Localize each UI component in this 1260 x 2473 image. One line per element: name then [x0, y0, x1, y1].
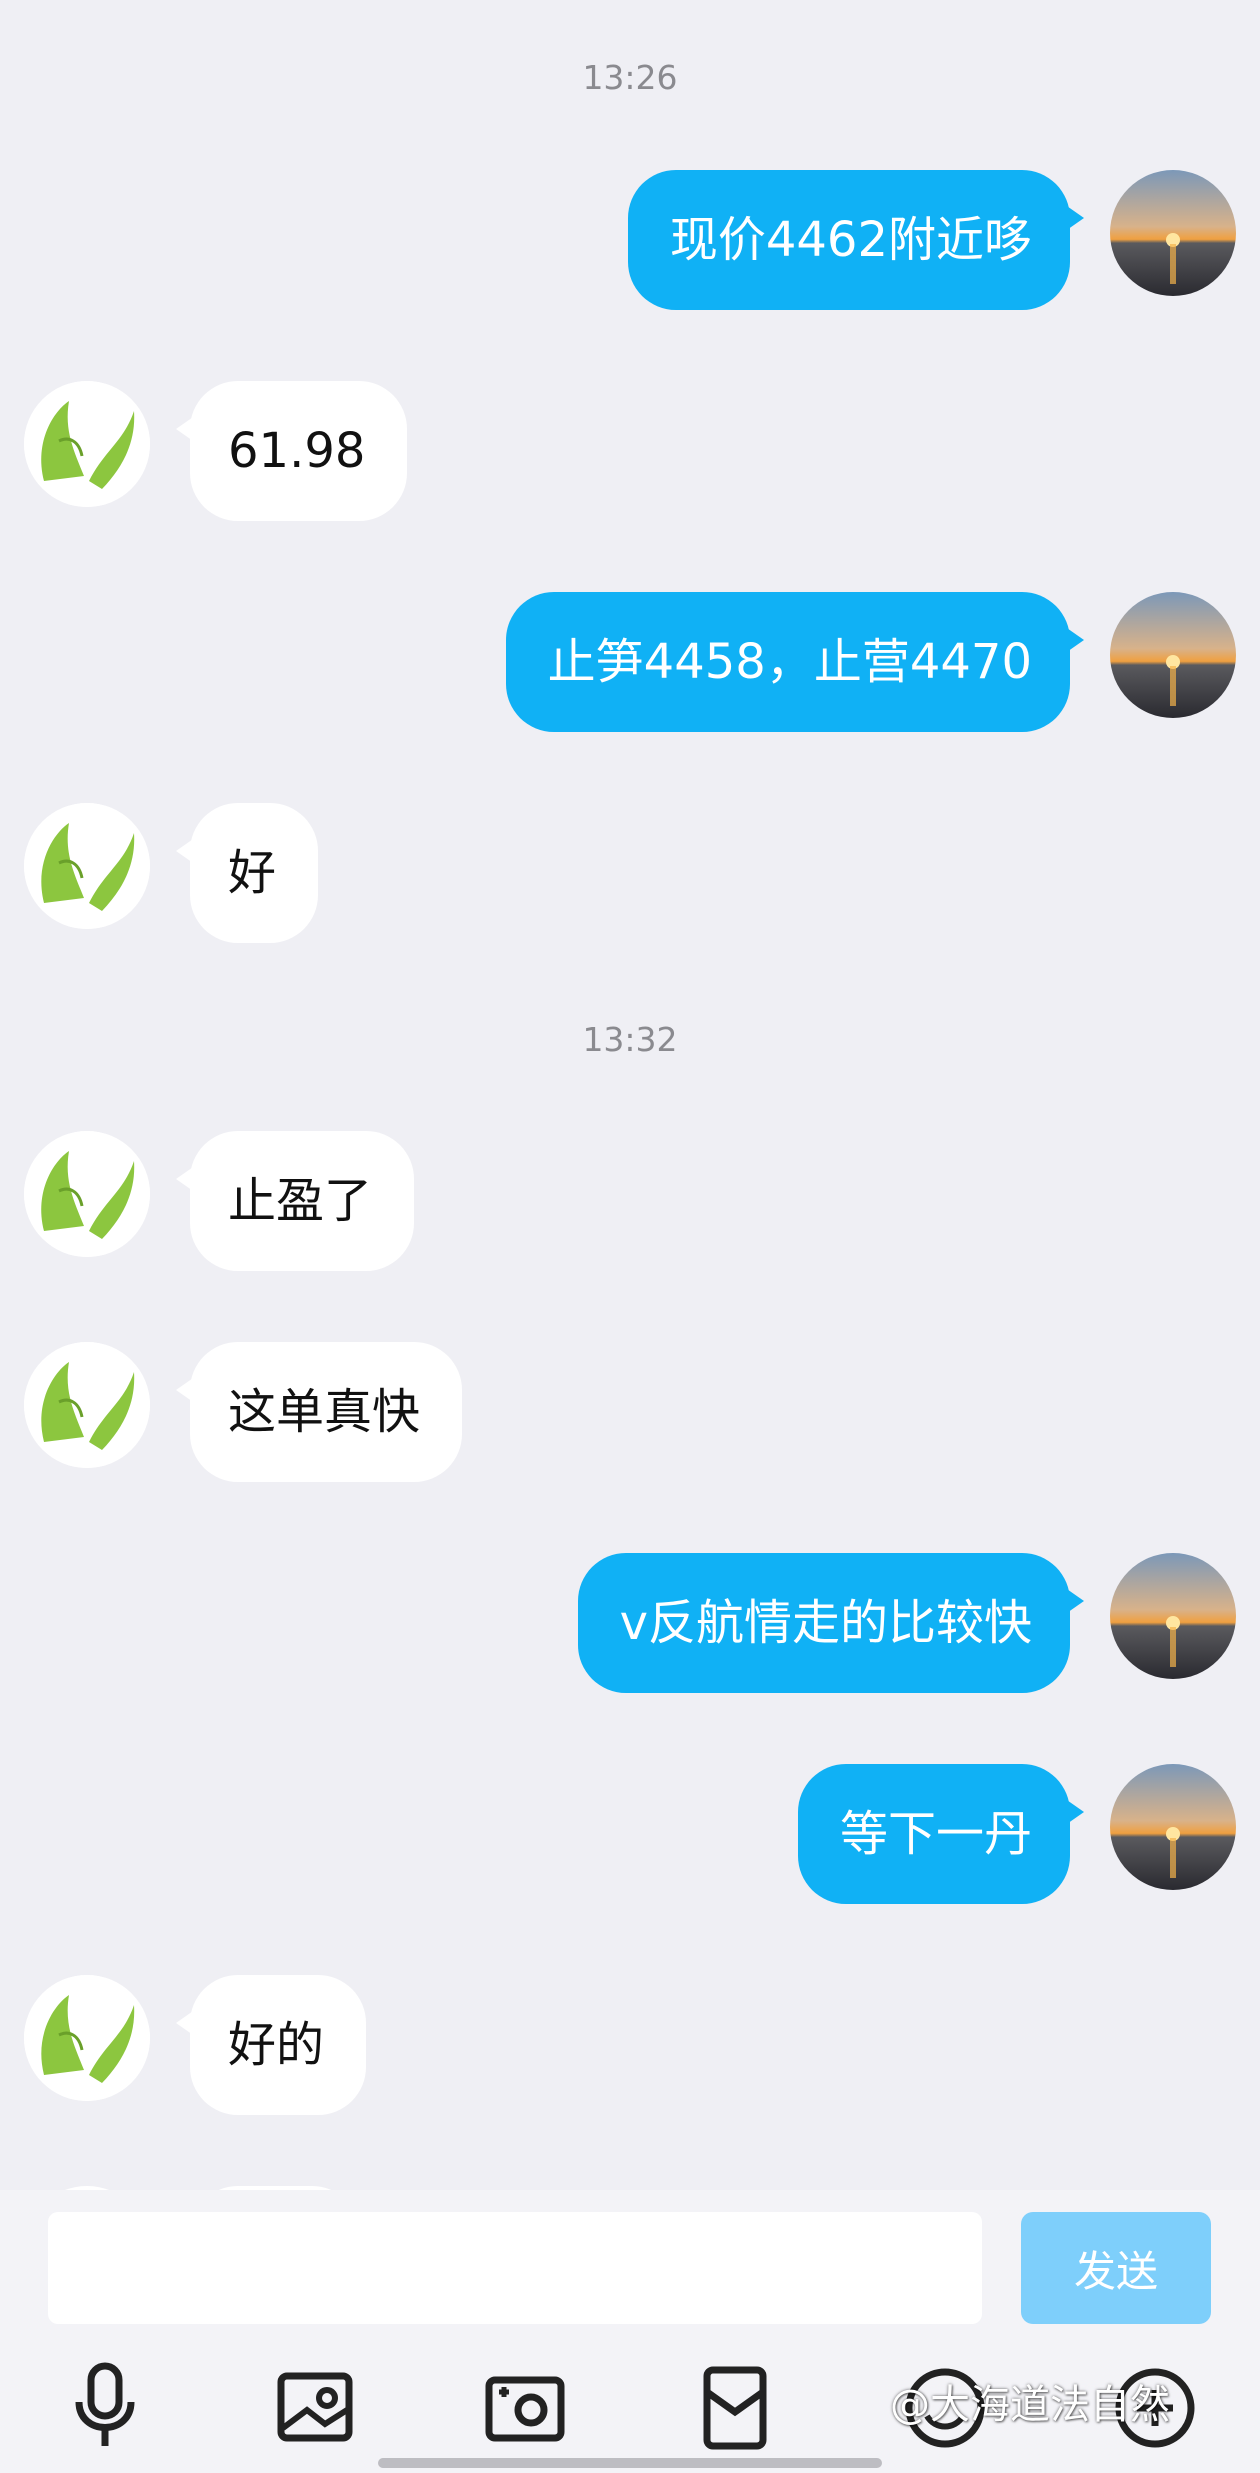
contact-avatar[interactable]: [24, 1342, 150, 1468]
message-bubble-outgoing[interactable]: 等下一丹: [797, 1764, 1070, 1904]
watermark: @大海道法自然: [890, 2382, 1170, 2428]
composer-bar: 发送: [0, 2190, 1260, 2473]
timestamp: 13:32: [582, 1020, 678, 1059]
my-avatar[interactable]: [1110, 1553, 1236, 1679]
message-bubble-outgoing[interactable]: 止笋4458，止营4470: [505, 592, 1070, 732]
contact-avatar[interactable]: [24, 381, 150, 507]
chat-area[interactable]: 13:26 现价4462附近哆 61.98 止笋4458，止营4470 好 13…: [0, 0, 1260, 2190]
contact-avatar[interactable]: [24, 1131, 150, 1257]
message-row: 等下一丹: [0, 1764, 1260, 1904]
message-bubble-incoming[interactable]: 好的: [190, 1975, 367, 2115]
message-row: 好: [0, 803, 1260, 943]
contact-avatar[interactable]: [24, 803, 150, 929]
home-indicator[interactable]: [378, 2458, 882, 2468]
message-bubble-incoming[interactable]: 好: [190, 803, 319, 943]
message-bubble-incoming[interactable]: 止盈了: [190, 1131, 415, 1271]
message-bubble-outgoing[interactable]: v反航情走的比较快: [577, 1553, 1070, 1693]
message-row: 好的: [0, 1975, 1260, 2115]
red-packet-icon[interactable]: [685, 2358, 785, 2458]
message-row: 现价4462附近哆: [0, 170, 1260, 310]
message-bubble-incoming[interactable]: 61.98: [190, 381, 408, 521]
message-row: v反航情走的比较快: [0, 1553, 1260, 1693]
message-bubble-incoming[interactable]: 这单真快: [190, 1342, 463, 1482]
send-button[interactable]: 发送: [1021, 2212, 1211, 2324]
message-bubble-outgoing[interactable]: 现价4462附近哆: [627, 170, 1070, 310]
message-input[interactable]: [48, 2212, 982, 2324]
camera-icon[interactable]: [475, 2358, 575, 2458]
my-avatar[interactable]: [1110, 592, 1236, 718]
message-row: 这单真快: [0, 1342, 1260, 1482]
message-row: 止笋4458，止营4470: [0, 592, 1260, 732]
message-row: 止盈了: [0, 1131, 1260, 1271]
timestamp: 13:26: [582, 58, 678, 97]
my-avatar[interactable]: [1110, 170, 1236, 296]
image-icon[interactable]: [265, 2358, 365, 2458]
contact-avatar[interactable]: [24, 1975, 150, 2101]
my-avatar[interactable]: [1110, 1764, 1236, 1890]
microphone-icon[interactable]: [55, 2358, 155, 2458]
message-row: 61.98: [0, 381, 1260, 521]
